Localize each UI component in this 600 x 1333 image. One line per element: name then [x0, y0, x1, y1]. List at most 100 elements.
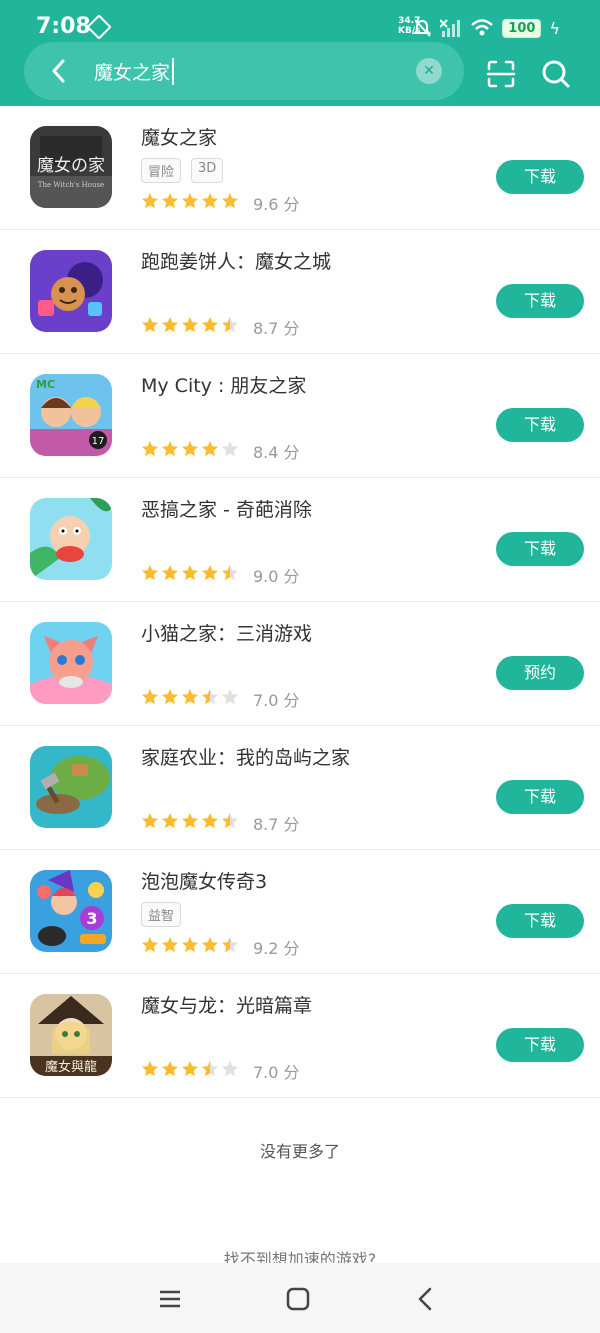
app-icon[interactable]: 魔女の家 The Witch's House: [30, 126, 112, 208]
list-item[interactable]: 小猫之家：三消游戏 7.0 分 预约: [0, 602, 600, 726]
tag: 3D: [191, 158, 224, 183]
download-button[interactable]: 下载: [496, 284, 584, 318]
star-icon: [182, 441, 198, 457]
mute-bell-icon: [412, 19, 432, 37]
app-icon[interactable]: [30, 622, 112, 704]
download-button[interactable]: 下载: [496, 904, 584, 938]
list-item[interactable]: 跑跑姜饼人：魔女之城 8.7 分 下载: [0, 230, 600, 354]
star-icon: [162, 441, 178, 457]
app-name[interactable]: 魔女与龙：光暗篇章: [141, 991, 312, 1018]
status-bar: 7:08 34.7 KB/s 100 ϟ: [0, 0, 600, 40]
star-rating: [141, 192, 241, 214]
download-button[interactable]: 下载: [496, 532, 584, 566]
home-icon[interactable]: [284, 1285, 312, 1313]
download-button[interactable]: 下载: [496, 408, 584, 442]
star-icon: [182, 689, 198, 705]
charging-icon: ϟ: [549, 18, 560, 38]
download-button[interactable]: 下载: [496, 780, 584, 814]
star-icon: [202, 813, 218, 829]
wifi-icon: [471, 19, 494, 36]
svg-text:魔女の家: 魔女の家: [37, 156, 105, 176]
app-icon[interactable]: [30, 498, 112, 580]
svg-text:MC: MC: [36, 378, 55, 391]
reserve-button[interactable]: 预约: [496, 656, 584, 690]
score: 8.4 分: [253, 443, 300, 462]
star-icon: [222, 317, 238, 333]
status-time: 7:08: [36, 14, 91, 39]
list-item[interactable]: 魔女與龍 魔女与龙：光暗篇章 7.0 分 下载: [0, 974, 600, 1098]
app-icon[interactable]: [30, 746, 112, 828]
status-icons: 100 ϟ: [412, 16, 560, 40]
star-rating: [141, 812, 241, 834]
star-icon: [162, 193, 178, 209]
rating: 9.6 分: [141, 191, 300, 215]
list-item[interactable]: 家庭农业：我的岛屿之家 8.7 分 下载: [0, 726, 600, 850]
close-icon: ✕: [423, 63, 435, 79]
star-icon: [182, 317, 198, 333]
clear-search-button[interactable]: ✕: [416, 58, 442, 84]
star-icon: [182, 937, 198, 953]
star-rating: [141, 1060, 241, 1082]
score: 9.6 分: [253, 195, 300, 214]
rating: 8.7 分: [141, 315, 300, 339]
app-icon[interactable]: 魔女與龍: [30, 994, 112, 1076]
tag: 益智: [141, 902, 182, 927]
star-icon: [202, 565, 218, 581]
star-rating: [141, 564, 241, 586]
score: 8.7 分: [253, 319, 300, 338]
list-item[interactable]: 魔女の家 The Witch's House 魔女之家 冒险 3D 9.6 分 …: [0, 106, 600, 230]
rating: 9.0 分: [141, 563, 300, 587]
app-name[interactable]: 跑跑姜饼人：魔女之城: [141, 247, 331, 274]
search-input[interactable]: 魔女之家: [94, 58, 175, 85]
star-icon: [162, 937, 178, 953]
star-rating: [141, 440, 241, 462]
star-icon: [202, 937, 218, 953]
svg-text:17: 17: [92, 436, 105, 447]
star-icon: [202, 441, 218, 457]
list-item[interactable]: 恶搞之家 - 奇葩消除 9.0 分 下载: [0, 478, 600, 602]
star-icon: [222, 441, 238, 457]
download-button[interactable]: 下载: [496, 160, 584, 194]
star-icon: [142, 193, 158, 209]
download-button[interactable]: 下载: [496, 1028, 584, 1062]
star-icon: [202, 689, 218, 705]
search-bar[interactable]: 魔女之家 ✕: [24, 42, 464, 100]
back-icon[interactable]: [412, 1285, 440, 1313]
app-name[interactable]: 恶搞之家 - 奇葩消除: [141, 495, 312, 522]
menu-icon[interactable]: [156, 1285, 184, 1313]
svg-text:The Witch's House: The Witch's House: [38, 181, 104, 189]
search-icon[interactable]: [540, 58, 572, 90]
app-name[interactable]: 魔女之家: [141, 123, 217, 150]
rating: 9.2 分: [141, 935, 300, 959]
app-icon[interactable]: 3: [30, 870, 112, 952]
star-rating: [141, 688, 241, 710]
star-icon: [222, 689, 238, 705]
svg-text:魔女與龍: 魔女與龍: [45, 1059, 97, 1075]
app-icon[interactable]: MC 17: [30, 374, 112, 456]
app-name[interactable]: 泡泡魔女传奇3: [141, 867, 267, 894]
star-icon: [222, 565, 238, 581]
app-name[interactable]: My City : 朋友之家: [141, 371, 306, 398]
star-icon: [142, 1061, 158, 1077]
score: 9.0 分: [253, 567, 300, 586]
star-icon: [182, 193, 198, 209]
search-results-list: 魔女の家 The Witch's House 魔女之家 冒险 3D 9.6 分 …: [0, 106, 600, 1098]
back-arrow-icon[interactable]: [44, 56, 74, 86]
rating: 8.4 分: [141, 439, 300, 463]
list-item[interactable]: MC 17 My City : 朋友之家 8.4 分 下载: [0, 354, 600, 478]
rating: 7.0 分: [141, 1059, 300, 1083]
app-icon[interactable]: [30, 250, 112, 332]
tag-list: 冒险 3D: [141, 158, 224, 183]
star-icon: [182, 1061, 198, 1077]
star-icon: [142, 565, 158, 581]
score: 7.0 分: [253, 1063, 300, 1082]
list-item[interactable]: 3 泡泡魔女传奇3 益智 9.2 分 下载: [0, 850, 600, 974]
scan-icon[interactable]: [485, 58, 517, 90]
header: 7:08 34.7 KB/s 100 ϟ 魔女之家 ✕: [0, 0, 600, 106]
app-name[interactable]: 小猫之家：三消游戏: [141, 619, 312, 646]
star-rating: [141, 316, 241, 338]
tag-list: 益智: [141, 902, 182, 927]
star-rating: [141, 936, 241, 958]
rating: 7.0 分: [141, 687, 300, 711]
app-name[interactable]: 家庭农业：我的岛屿之家: [141, 743, 350, 770]
